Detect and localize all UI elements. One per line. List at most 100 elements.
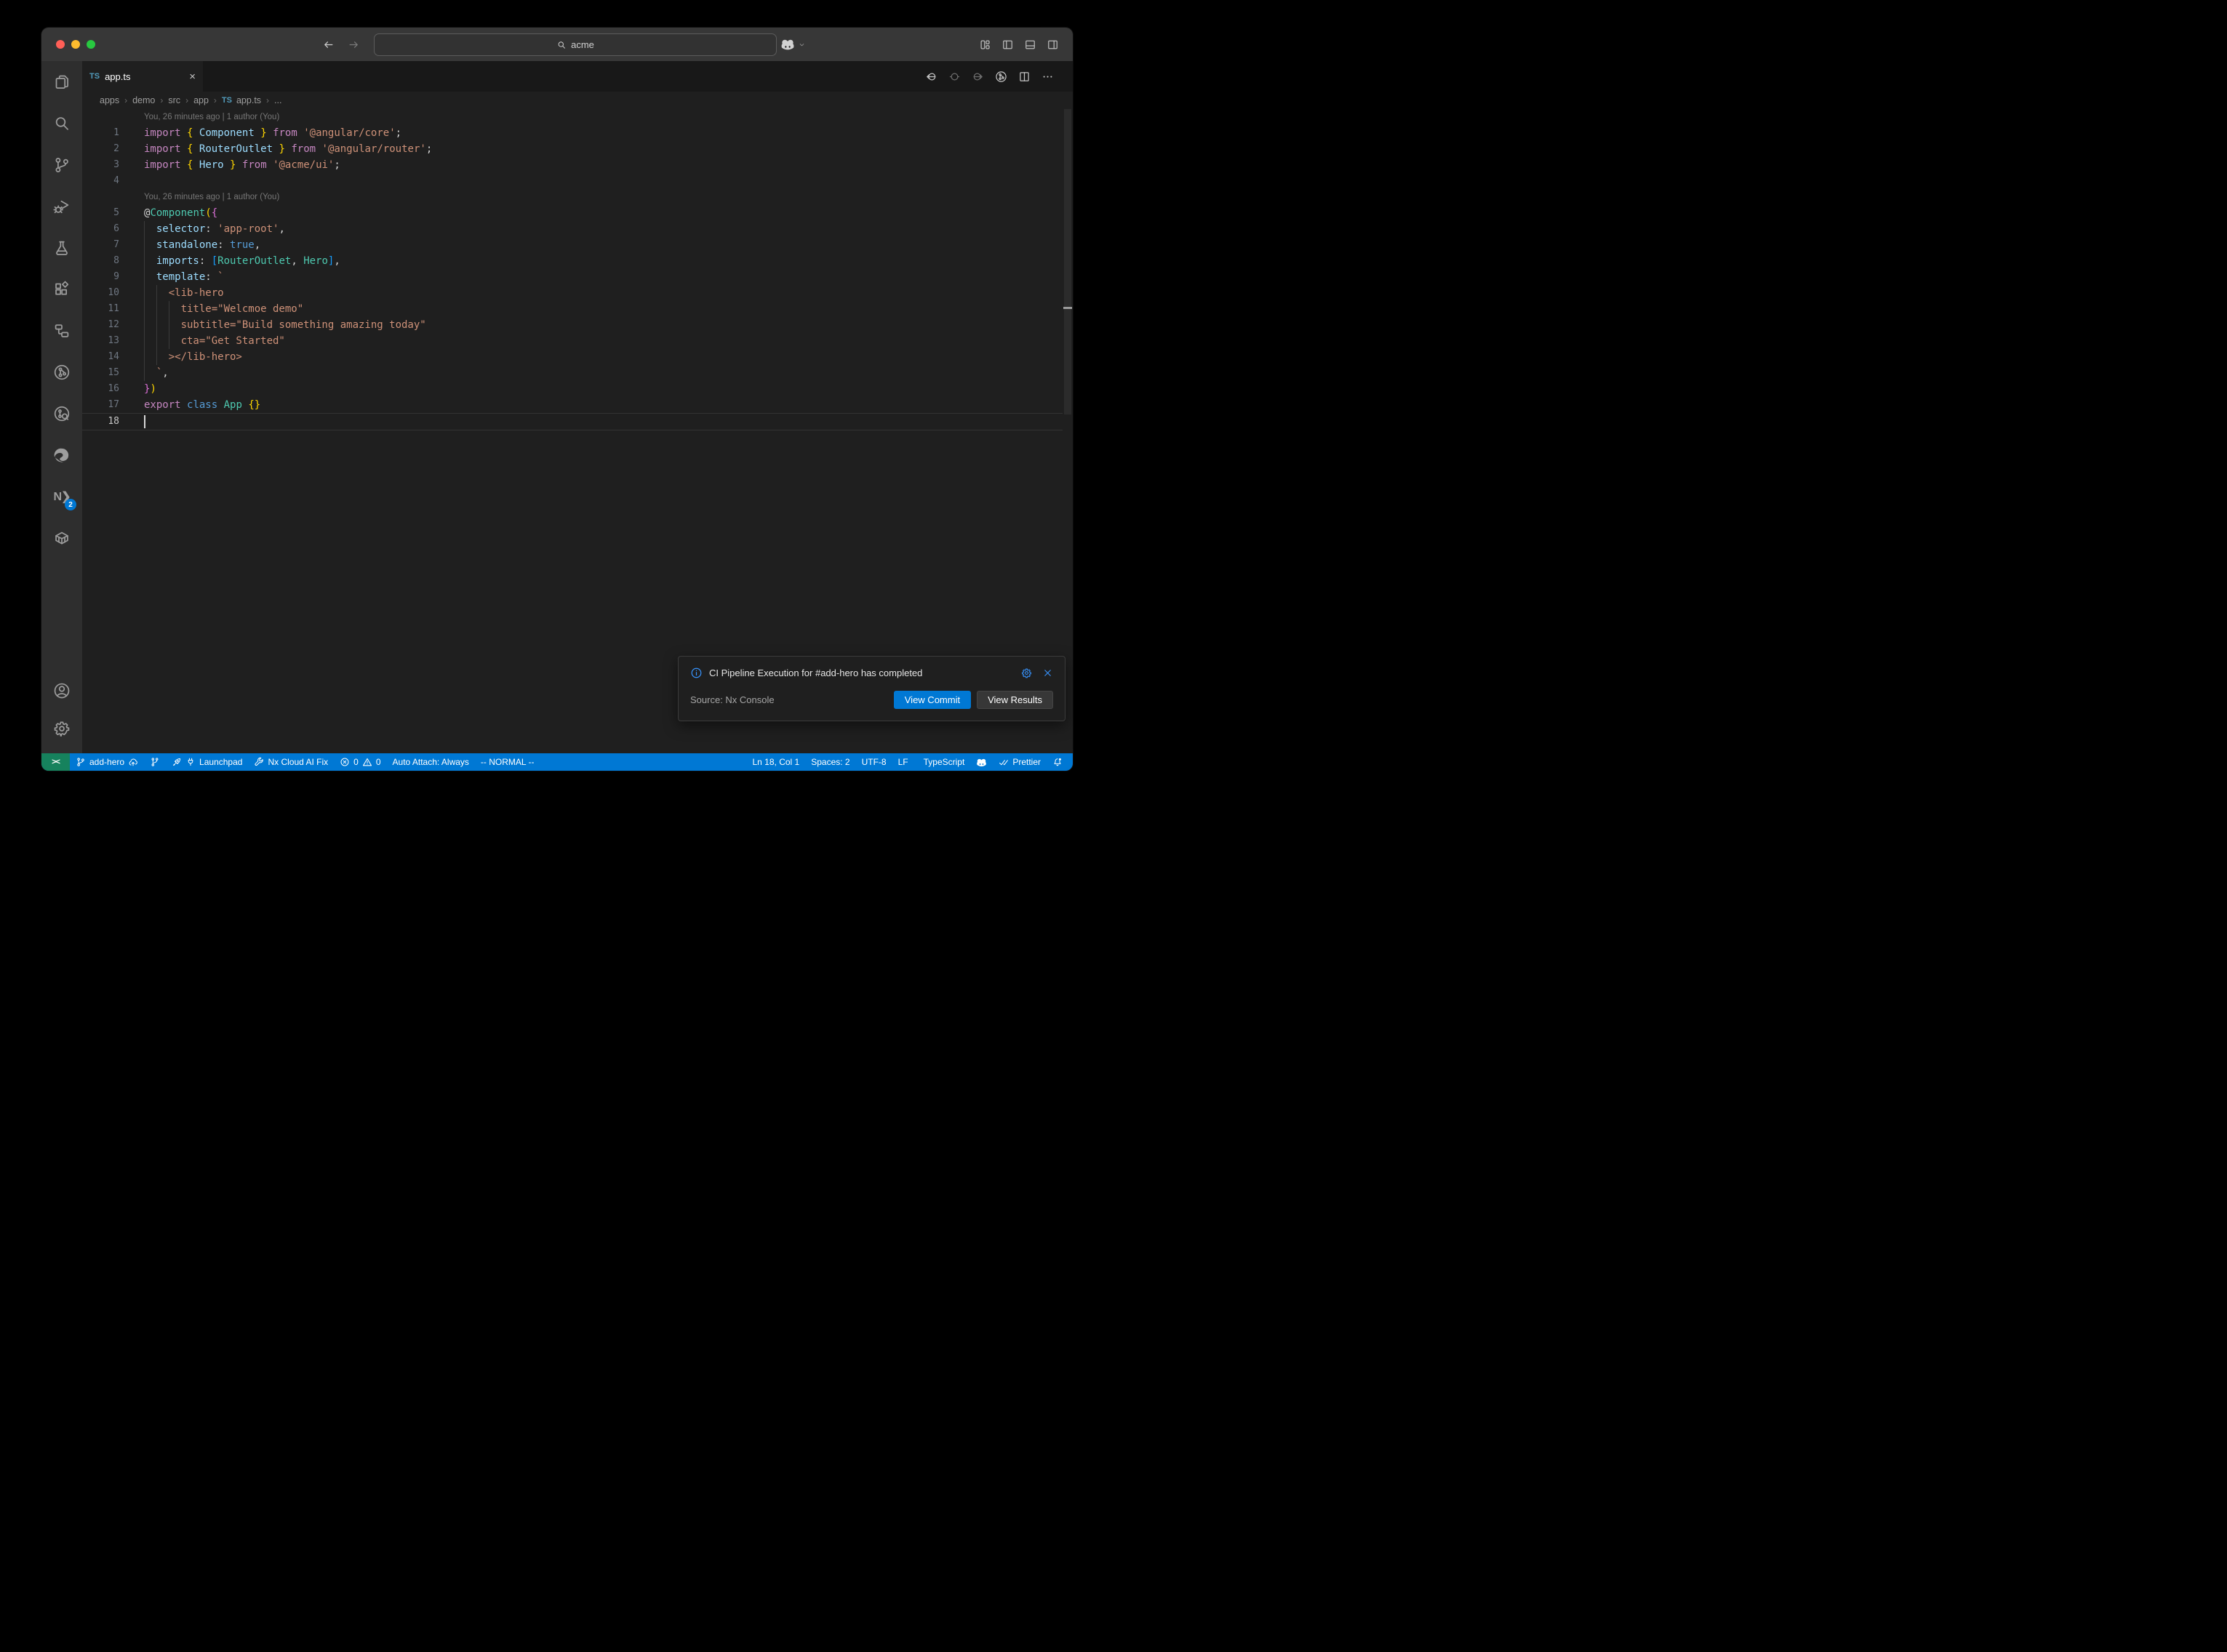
code-line-7[interactable]: 7 standalone: true, xyxy=(82,237,1063,253)
notification-close-icon[interactable] xyxy=(1042,667,1053,678)
minimize-window-button[interactable] xyxy=(71,40,80,49)
code-text: }) xyxy=(144,381,156,397)
toggle-primary-sidebar-icon[interactable] xyxy=(1001,39,1014,51)
activity-item-nx-console[interactable]: N❯2 xyxy=(41,476,82,517)
view-commit-button[interactable]: View Commit xyxy=(894,691,971,709)
activity-item-gitlens-search[interactable] xyxy=(41,393,82,434)
ellipsis-icon[interactable] xyxy=(1041,71,1054,83)
status-item-problems[interactable]: 00 xyxy=(334,753,386,771)
status-item-indentation[interactable]: Spaces: 2 xyxy=(805,753,855,771)
breadcrumb-item-src[interactable]: src xyxy=(168,95,180,105)
code-line-5[interactable]: 5@Component({ xyxy=(82,205,1063,221)
code-line-17[interactable]: 17export class App {} xyxy=(82,397,1063,413)
copilot-menu[interactable] xyxy=(780,28,806,61)
blame-annotation[interactable]: You, 26 minutes ago | 1 author (You) xyxy=(82,109,1063,125)
code-line-8[interactable]: 8 imports: [RouterOutlet, Hero], xyxy=(82,253,1063,269)
status-item-launchpad[interactable]: Launchpad xyxy=(166,753,248,771)
line-number: 11 xyxy=(82,301,119,317)
command-center-search[interactable]: acme xyxy=(374,33,777,56)
code-line-18[interactable]: 18 xyxy=(82,413,1063,430)
status-item-branch[interactable]: add-hero xyxy=(70,753,144,771)
activity-item-settings-gear[interactable] xyxy=(41,710,82,747)
status-item-encoding[interactable]: UTF-8 xyxy=(856,753,892,771)
breadcrumb-item-apps[interactable]: apps xyxy=(100,95,119,105)
line-number: 10 xyxy=(82,285,119,301)
activity-item-search[interactable] xyxy=(41,103,82,144)
back-arrow-icon[interactable] xyxy=(322,39,335,51)
activity-item-testing[interactable] xyxy=(41,227,82,268)
activity-item-account[interactable] xyxy=(41,672,82,710)
activity-item-run-debug[interactable] xyxy=(41,185,82,227)
code-line-3[interactable]: 3import { Hero } from '@acme/ui'; xyxy=(82,157,1063,173)
status-item-eol[interactable]: LF xyxy=(892,753,914,771)
code-text: import { RouterOutlet } from '@angular/r… xyxy=(144,141,432,157)
split-editor-icon[interactable] xyxy=(1018,71,1031,83)
code-line-13[interactable]: 13 cta="Get Started" xyxy=(82,333,1063,349)
activity-item-containers[interactable] xyxy=(41,517,82,558)
layout-controls xyxy=(979,28,1059,61)
code-line-1[interactable]: 1import { Component } from '@angular/cor… xyxy=(82,125,1063,141)
tab-close-icon[interactable]: × xyxy=(189,71,196,82)
code-line-6[interactable]: 6 selector: 'app-root', xyxy=(82,221,1063,237)
notification-title: CI Pipeline Execution for #add-hero has … xyxy=(709,667,922,678)
status-item-commit-graph[interactable] xyxy=(144,753,166,771)
status-item-vim-mode[interactable]: -- NORMAL -- xyxy=(475,753,540,771)
blame-annotation[interactable]: You, 26 minutes ago | 1 author (You) xyxy=(82,189,1063,205)
activity-item-source-control[interactable] xyxy=(41,144,82,185)
workbench: N❯2 TS app.ts × apps›demo›src›app›TSapp.… xyxy=(41,61,1073,753)
code-line-12[interactable]: 12 subtitle="Build something amazing tod… xyxy=(82,317,1063,333)
search-icon xyxy=(53,115,71,132)
status-item-cursor-position[interactable]: Ln 18, Col 1 xyxy=(747,753,806,771)
remote-indicator[interactable]: >< xyxy=(41,753,70,771)
code-line-10[interactable]: 10 <lib-hero xyxy=(82,285,1063,301)
toggle-panel-icon[interactable] xyxy=(1024,39,1036,51)
status-item-nx-cloud-ai-fix[interactable]: Nx Cloud AI Fix xyxy=(248,753,334,771)
notification-source: Source: Nx Console xyxy=(690,694,775,705)
circle-arrow-left-icon[interactable] xyxy=(925,71,937,83)
commit-graph-circle-icon[interactable] xyxy=(995,71,1007,83)
zoom-window-button[interactable] xyxy=(87,40,95,49)
status-item-auto-attach[interactable]: Auto Attach: Always xyxy=(387,753,475,771)
code-line-16[interactable]: 16}) xyxy=(82,381,1063,397)
line-number: 9 xyxy=(82,269,119,285)
circle-dash-icon[interactable] xyxy=(948,71,961,83)
code-line-4[interactable]: 4 xyxy=(82,173,1063,189)
line-number: 3 xyxy=(82,157,119,173)
activity-item-commit-graph[interactable] xyxy=(41,351,82,393)
activity-item-explorer[interactable] xyxy=(41,61,82,103)
typescript-file-icon: TS xyxy=(222,96,232,105)
circle-arrow-right-icon[interactable] xyxy=(972,71,984,83)
code-line-2[interactable]: 2import { RouterOutlet } from '@angular/… xyxy=(82,141,1063,157)
line-number: 18 xyxy=(82,414,119,430)
close-window-button[interactable] xyxy=(56,40,65,49)
status-item-prettier[interactable]: Prettier xyxy=(993,753,1047,771)
tab-app-ts[interactable]: TS app.ts × xyxy=(82,61,203,92)
toggle-secondary-sidebar-icon[interactable] xyxy=(1047,39,1059,51)
breadcrumb-item-appts[interactable]: TSapp.ts xyxy=(222,95,261,105)
run-debug-icon xyxy=(53,198,71,215)
breadcrumb-item-app[interactable]: app xyxy=(193,95,209,105)
titlebar: acme xyxy=(41,28,1073,61)
code-text: subtitle="Build something amazing today" xyxy=(144,317,426,333)
breadcrumb-item-demo[interactable]: demo xyxy=(132,95,155,105)
code-line-9[interactable]: 9 template: ` xyxy=(82,269,1063,285)
customize-layout-icon[interactable] xyxy=(979,39,991,51)
code-line-11[interactable]: 11 title="Welcmoe demo" xyxy=(82,301,1063,317)
status-item-copilot[interactable] xyxy=(970,753,993,771)
code-line-15[interactable]: 15 `, xyxy=(82,365,1063,381)
activity-item-extensions[interactable] xyxy=(41,268,82,310)
activity-item-project-graph[interactable] xyxy=(41,310,82,351)
code-text: title="Welcmoe demo" xyxy=(144,301,303,317)
notification-settings-gear-icon[interactable] xyxy=(1021,667,1032,678)
forward-arrow-icon[interactable] xyxy=(348,39,360,51)
status-item-notifications[interactable] xyxy=(1047,753,1068,771)
breadcrumb-item-[interactable]: ... xyxy=(274,95,281,105)
gitlens-search-icon xyxy=(53,405,71,422)
line-number: 14 xyxy=(82,349,119,365)
view-results-button[interactable]: View Results xyxy=(977,691,1053,709)
line-number: 17 xyxy=(82,397,119,413)
status-item-language[interactable]: TypeScript xyxy=(914,753,971,771)
scrollbar-slider[interactable] xyxy=(1064,109,1071,414)
activity-item-edge-tools[interactable] xyxy=(41,434,82,476)
code-line-14[interactable]: 14 ></lib-hero> xyxy=(82,349,1063,365)
